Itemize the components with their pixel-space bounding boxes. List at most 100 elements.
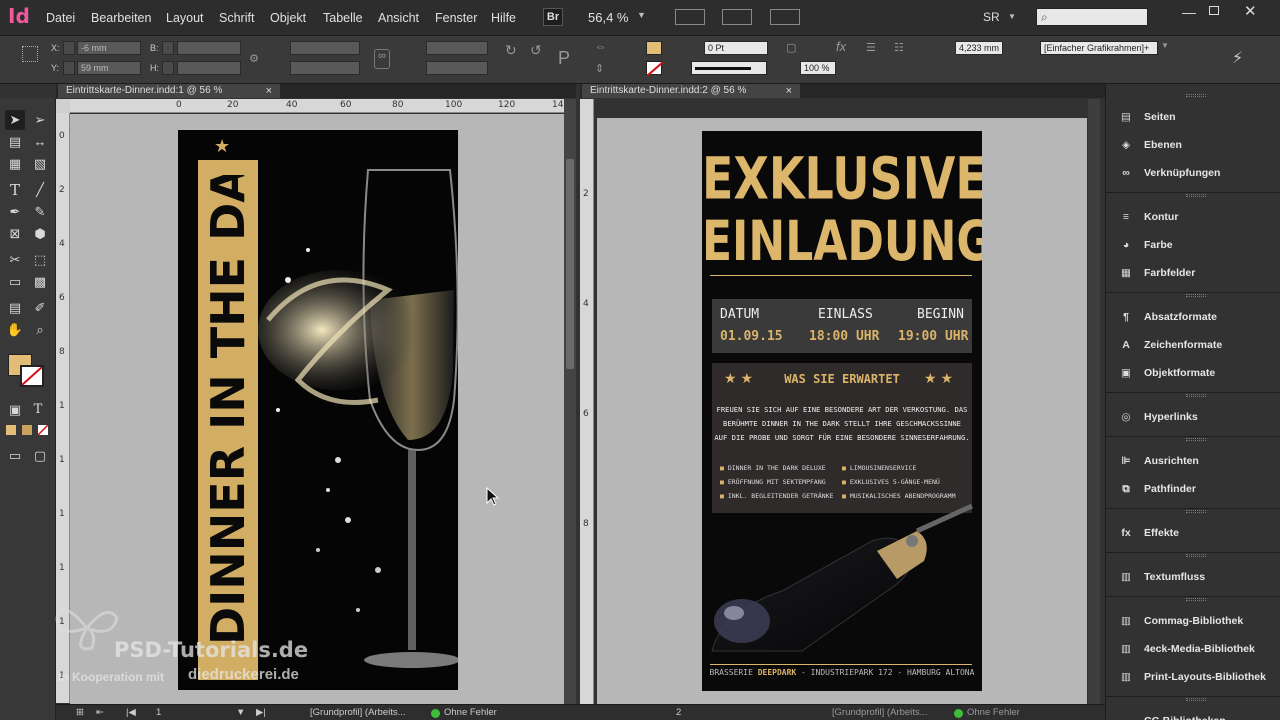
panel-item-textumfluss[interactable]: ▥ Textumfluss xyxy=(1116,566,1276,588)
path-icon[interactable]: P xyxy=(558,48,570,69)
pen-tool-icon[interactable]: ✒ xyxy=(5,202,25,222)
maximize-button[interactable] xyxy=(1209,6,1219,15)
panel-item-farbe[interactable]: ◕ Farbe xyxy=(1116,234,1276,256)
vertical-scrollbar-1[interactable] xyxy=(564,99,576,704)
direct-selection-tool-icon[interactable]: ➢ xyxy=(30,110,50,130)
panel-group-grip[interactable] xyxy=(1186,294,1206,297)
menu-hilfe[interactable]: Hilfe xyxy=(491,11,516,25)
link-scale-icon[interactable]: ∞ xyxy=(374,49,390,69)
menu-bearbeiten[interactable]: Bearbeiten xyxy=(91,11,151,25)
panel-item-ausrichten[interactable]: ⊫ Ausrichten xyxy=(1116,450,1276,472)
panel-item-kontur[interactable]: ≡ Kontur xyxy=(1116,206,1276,228)
preflight-status-text[interactable]: Ohne Fehler xyxy=(444,707,497,718)
y-position-field[interactable]: 59 mm xyxy=(77,61,141,75)
rotate-90-ccw-icon[interactable]: ↺ xyxy=(530,42,542,59)
scissors-tool-icon[interactable]: ✂ xyxy=(5,250,25,270)
panel-item-ebenen[interactable]: ◈ Ebenen xyxy=(1116,134,1276,156)
bridge-button[interactable]: Br xyxy=(543,8,563,26)
panel-item-4eck-media-bibliothek[interactable]: ▥ 4eck-Media-Bibliothek xyxy=(1116,638,1276,660)
page-number-field[interactable]: 1 xyxy=(156,707,236,718)
panel-item-effekte[interactable]: fx Effekte xyxy=(1116,522,1276,544)
x-position-field[interactable]: -6 mm xyxy=(77,41,141,55)
page-nav-icon[interactable]: ⇤ xyxy=(96,707,104,718)
panel-item-commag-bibliothek[interactable]: ▥ Commag-Bibliothek xyxy=(1116,610,1276,632)
preflight-profile-2[interactable]: [Grundprofil] (Arbeits... xyxy=(832,707,928,718)
eyedropper-tool-icon[interactable]: ✐ xyxy=(30,298,50,318)
fill-color-swatch[interactable] xyxy=(646,41,662,55)
scale-y-field[interactable] xyxy=(290,61,360,75)
workspace-switcher[interactable]: SR xyxy=(983,10,1000,24)
document-page-1[interactable]: ★ ★ DINNER IN THE DARK xyxy=(178,130,458,690)
x-spinner[interactable] xyxy=(63,41,75,55)
width-spinner[interactable] xyxy=(162,41,174,55)
opacity-field[interactable]: 100 % xyxy=(800,61,836,75)
scale-x-field[interactable] xyxy=(290,41,360,55)
panel-item-hyperlinks[interactable]: ◎ Hyperlinks xyxy=(1116,406,1276,428)
page-number-field-2[interactable]: 2 xyxy=(676,707,681,718)
panel-group-grip[interactable] xyxy=(1186,394,1206,397)
close-tab-2-icon[interactable]: × xyxy=(786,84,792,98)
selection-tool-icon[interactable]: ➤ xyxy=(5,110,25,130)
gradient-swatch-tool-icon[interactable]: ▭ xyxy=(5,272,25,292)
menu-objekt[interactable]: Objekt xyxy=(270,11,306,25)
shear-field[interactable] xyxy=(426,61,488,75)
free-transform-tool-icon[interactable]: ⬚ xyxy=(30,250,50,270)
quick-apply-icon[interactable]: ⚡ xyxy=(1232,48,1243,68)
object-style-select[interactable]: [Einfacher Grafikrahmen]+ xyxy=(1040,41,1158,55)
gap-tool-icon[interactable]: ↔ xyxy=(30,132,50,152)
stroke-swatch[interactable] xyxy=(20,365,44,387)
type-tool-icon[interactable]: T xyxy=(5,180,25,200)
rectangle-frame-tool-icon[interactable]: ⊠ xyxy=(5,224,25,244)
panel-item-seiten[interactable]: ▤ Seiten xyxy=(1116,106,1276,128)
menu-tabelle[interactable]: Tabelle xyxy=(323,11,363,25)
preflight-status-text-2[interactable]: Ohne Fehler xyxy=(967,707,1020,718)
width-field[interactable] xyxy=(177,41,241,55)
page-tool-icon[interactable]: ▤ xyxy=(5,132,25,152)
stroke-type-select[interactable] xyxy=(691,61,767,75)
panel-group-grip[interactable] xyxy=(1186,94,1206,97)
panel-item-print-layouts-bibliothek[interactable]: ▥ Print-Layouts-Bibliothek xyxy=(1116,666,1276,688)
tab-document-1[interactable]: Eintrittskarte-Dinner.indd:1 @ 56 % × xyxy=(58,84,280,98)
content-placer-icon[interactable]: ▧ xyxy=(30,154,50,174)
arrange-documents-icon[interactable] xyxy=(770,9,800,25)
flip-vertical-icon[interactable]: ⇕ xyxy=(595,62,604,75)
zoom-level[interactable]: 56,4 % xyxy=(588,10,628,25)
vertical-scrollbar-2[interactable] xyxy=(1088,99,1100,704)
corner-options-icon[interactable]: ▢ xyxy=(786,41,796,54)
panel-item-cc-bibliotheken[interactable]: ☁ CC-Bibliotheken xyxy=(1116,710,1276,720)
panel-item-absatzformate[interactable]: ¶ Absatzformate xyxy=(1116,306,1276,328)
apply-color-icon[interactable] xyxy=(6,425,16,435)
height-spinner[interactable] xyxy=(162,61,174,75)
tab-document-2[interactable]: Eintrittskarte-Dinner.indd:2 @ 56 % × xyxy=(582,84,800,98)
menu-fenster[interactable]: Fenster xyxy=(435,11,477,25)
apply-none-icon[interactable] xyxy=(38,425,48,435)
document-page-2[interactable]: EXKLUSIVE EINLADUNG DATUM 01.09.15 EINLA… xyxy=(702,131,982,691)
menu-ansicht[interactable]: Ansicht xyxy=(378,11,419,25)
apply-gradient-icon[interactable] xyxy=(22,425,32,435)
screen-mode-tool-icon[interactable]: ▢ xyxy=(30,446,50,466)
menu-datei[interactable]: Datei xyxy=(46,11,75,25)
zoom-dropdown-icon[interactable]: ▼ xyxy=(637,10,646,20)
menu-layout[interactable]: Layout xyxy=(166,11,204,25)
frame-size-field[interactable]: 4,233 mm xyxy=(955,41,1003,55)
panel-group-grip[interactable] xyxy=(1186,598,1206,601)
panel-group-grip[interactable] xyxy=(1186,194,1206,197)
formatting-container-icon[interactable]: ▣ xyxy=(5,400,25,420)
polygon-tool-icon[interactable]: ⬢ xyxy=(30,224,50,244)
effects-icon[interactable]: fx xyxy=(836,39,846,54)
page-dropdown-icon[interactable]: ▼ xyxy=(236,707,245,718)
panel-item-verknüpfungen[interactable]: ∞ Verknüpfungen xyxy=(1116,162,1276,184)
screen-mode-icon[interactable] xyxy=(722,9,752,25)
minimize-button[interactable]: — xyxy=(1182,4,1196,20)
panel-item-objektformate[interactable]: ▣ Objektformate xyxy=(1116,362,1276,384)
reference-point-icon[interactable] xyxy=(22,46,38,62)
panel-item-zeichenformate[interactable]: A Zeichenformate xyxy=(1116,334,1276,356)
next-page-button[interactable]: ▶| xyxy=(256,707,266,718)
panel-item-pathfinder[interactable]: ⧉ Pathfinder xyxy=(1116,478,1276,500)
first-page-button[interactable]: |◀ xyxy=(126,707,136,718)
zoom-tool-icon[interactable]: ⌕ xyxy=(30,320,50,340)
close-window-button[interactable]: ✕ xyxy=(1244,2,1257,20)
pencil-tool-icon[interactable]: ✎ xyxy=(30,202,50,222)
panel-group-grip[interactable] xyxy=(1186,554,1206,557)
panel-group-grip[interactable] xyxy=(1186,698,1206,701)
